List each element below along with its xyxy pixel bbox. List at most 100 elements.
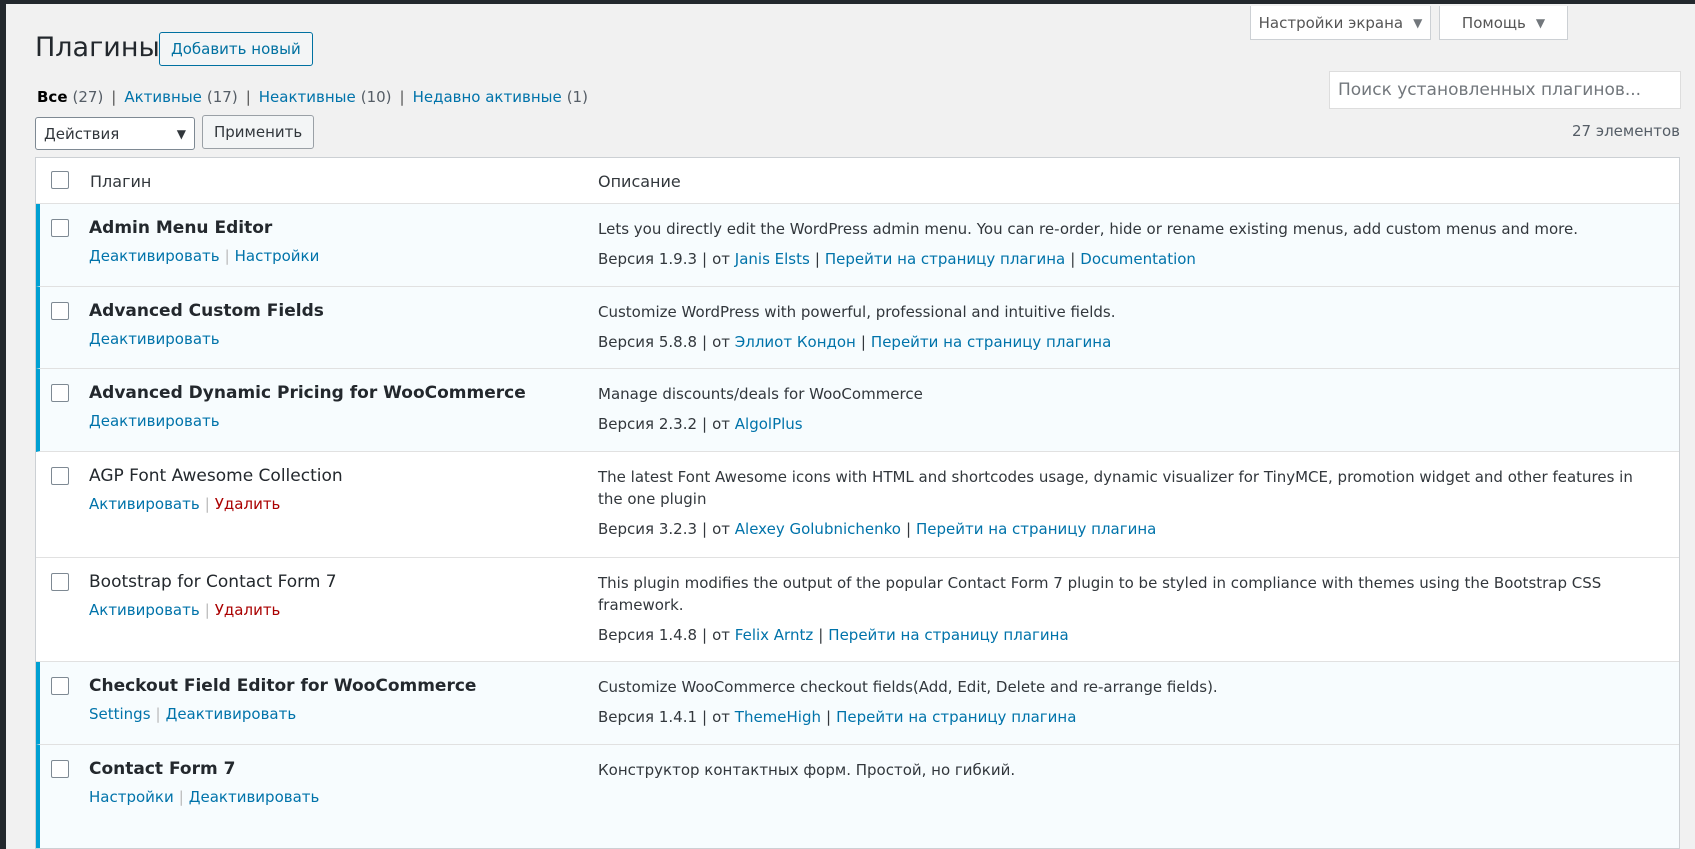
filter-active-count: (17) bbox=[206, 88, 238, 106]
filter-recent-count: (1) bbox=[566, 88, 588, 106]
plugin-action-link[interactable]: Активировать bbox=[89, 495, 200, 513]
plugin-checkbox[interactable] bbox=[51, 573, 69, 591]
by-label: от bbox=[712, 708, 730, 726]
meta-separator: | bbox=[826, 708, 832, 726]
plugin-description: This plugin modifies the output of the p… bbox=[598, 572, 1638, 646]
column-description: Описание bbox=[598, 172, 681, 191]
plugin-action-link[interactable]: Settings bbox=[89, 705, 151, 723]
filter-separator: | bbox=[399, 88, 405, 106]
plugin-checkbox[interactable] bbox=[51, 384, 69, 402]
version-number: 1.4.8 bbox=[658, 626, 698, 644]
description-text: Конструктор контактных форм. Простой, но… bbox=[598, 761, 1016, 779]
author-link[interactable]: Alexey Golubnichenko bbox=[735, 520, 901, 538]
filter-recently-active[interactable]: Недавно активные bbox=[413, 88, 562, 106]
description-text: This plugin modifies the output of the p… bbox=[598, 574, 1602, 614]
meta-separator: | bbox=[702, 250, 708, 268]
plugin-row: AGP Font Awesome Collection Активировать |… bbox=[36, 452, 1679, 558]
plugin-checkbox[interactable] bbox=[51, 760, 69, 778]
plugin-action-link[interactable]: Деактивировать bbox=[166, 705, 297, 723]
version-number: 5.8.8 bbox=[658, 333, 698, 351]
author-link[interactable]: ThemeHigh bbox=[735, 708, 821, 726]
screen-options-button[interactable]: Настройки экрана ▼ bbox=[1250, 6, 1431, 40]
plugin-name: Advanced Custom Fields bbox=[89, 301, 324, 321]
plugin-checkbox[interactable] bbox=[51, 467, 69, 485]
plugin-meta: Версия 1.4.8 | от Felix Arntz | Перейти на с… bbox=[598, 624, 1638, 646]
by-label: от bbox=[712, 520, 730, 538]
description-text: Manage discounts/deals for WooCommerce bbox=[598, 385, 923, 403]
apply-button[interactable]: Применить bbox=[202, 115, 315, 149]
action-separator: | bbox=[204, 601, 210, 619]
meta-separator: | bbox=[702, 520, 708, 538]
plugin-meta-link[interactable]: Перейти на страницу плагина bbox=[916, 520, 1156, 538]
plugin-checkbox[interactable] bbox=[51, 302, 69, 320]
meta-separator: | bbox=[860, 333, 866, 351]
filter-all-count: (27) bbox=[72, 88, 104, 106]
help-label: Помощь bbox=[1461, 13, 1526, 32]
filter-inactive[interactable]: Неактивные bbox=[259, 88, 356, 106]
plugin-meta-link[interactable]: Перейти на страницу плагина bbox=[871, 333, 1111, 351]
add-new-plugin-button[interactable]: Добавить новый bbox=[159, 32, 313, 66]
by-label: от bbox=[712, 250, 730, 268]
by-label: от bbox=[712, 415, 730, 433]
plugin-name: Checkout Field Editor for WooCommerce bbox=[89, 676, 477, 696]
plugin-search-input[interactable] bbox=[1329, 71, 1681, 109]
plugin-meta-link[interactable]: Перейти на страницу плагина bbox=[828, 626, 1068, 644]
meta-separator: | bbox=[818, 626, 824, 644]
version-label: Версия bbox=[598, 626, 655, 644]
plugin-meta-link[interactable]: Перейти на страницу плагина bbox=[836, 708, 1076, 726]
plugin-action-link[interactable]: Деактивировать bbox=[189, 788, 320, 806]
version-label: Версия bbox=[598, 415, 655, 433]
meta-separator: | bbox=[814, 250, 820, 268]
meta-separator: | bbox=[1070, 250, 1076, 268]
plugin-name: Advanced Dynamic Pricing for WooCommerce bbox=[89, 383, 526, 403]
plugin-row: Advanced Custom Fields Деактивировать Cust… bbox=[36, 287, 1679, 369]
author-link[interactable]: Felix Arntz bbox=[735, 626, 813, 644]
help-button[interactable]: Помощь ▼ bbox=[1439, 6, 1568, 40]
select-all-checkbox[interactable] bbox=[51, 171, 69, 189]
admin-sidebar-edge bbox=[0, 0, 6, 849]
version-label: Версия bbox=[598, 250, 655, 268]
plugin-description: Customize WooCommerce checkout fields(Ad… bbox=[598, 676, 1638, 728]
plugin-name: AGP Font Awesome Collection bbox=[89, 466, 343, 486]
plugin-action-link[interactable]: Активировать bbox=[89, 601, 200, 619]
plugin-action-link[interactable]: Настройки bbox=[235, 247, 320, 265]
description-text: Customize WordPress with powerful, profe… bbox=[598, 303, 1116, 321]
description-text: Lets you directly edit the WordPress adm… bbox=[598, 220, 1578, 238]
filter-all[interactable]: Все bbox=[37, 88, 68, 106]
bulk-actions-select[interactable]: Действия ▼ bbox=[35, 117, 195, 150]
plugin-row: Bootstrap for Contact Form 7 Активировать… bbox=[36, 558, 1679, 662]
version-number: 2.3.2 bbox=[658, 415, 698, 433]
author-link[interactable]: Эллиот Кондон bbox=[735, 333, 856, 351]
plugin-action-link[interactable]: Деактивировать bbox=[89, 412, 220, 430]
plugin-action-link[interactable]: Настройки bbox=[89, 788, 174, 806]
plugin-row-actions: Деактивировать | Настройки bbox=[89, 247, 319, 265]
plugin-checkbox[interactable] bbox=[51, 677, 69, 695]
author-link[interactable]: Janis Elsts bbox=[735, 250, 810, 268]
by-label: от bbox=[712, 333, 730, 351]
plugin-action-link[interactable]: Деактивировать bbox=[89, 330, 220, 348]
screen-options-label: Настройки экрана bbox=[1258, 13, 1404, 32]
plugin-action-link[interactable]: Деактивировать bbox=[89, 247, 220, 265]
description-text: The latest Font Awesome icons with HTML … bbox=[598, 468, 1633, 508]
meta-separator: | bbox=[702, 708, 708, 726]
author-link[interactable]: AlgolPlus bbox=[735, 415, 803, 433]
plugin-name: Bootstrap for Contact Form 7 bbox=[89, 572, 337, 592]
version-number: 3.2.3 bbox=[658, 520, 698, 538]
plugin-meta-link[interactable]: Перейти на страницу плагина bbox=[825, 250, 1065, 268]
column-plugin: Плагин bbox=[90, 172, 152, 191]
plugins-page: Настройки экрана ▼ Помощь ▼ Плагины Доба… bbox=[35, 0, 1681, 849]
plugin-meta-link[interactable]: Documentation bbox=[1080, 250, 1196, 268]
items-count: 27 элементов bbox=[1571, 122, 1680, 140]
by-label: от bbox=[712, 626, 730, 644]
delete-link[interactable]: Удалить bbox=[215, 601, 281, 619]
plugin-row-actions: Деактивировать bbox=[89, 412, 220, 430]
table-header: Плагин Описание bbox=[36, 158, 1679, 204]
action-separator: | bbox=[178, 788, 184, 806]
delete-link[interactable]: Удалить bbox=[215, 495, 281, 513]
filter-active[interactable]: Активные bbox=[124, 88, 202, 106]
plugin-checkbox[interactable] bbox=[51, 219, 69, 237]
plugin-meta: Версия 1.9.3 | от Janis Elsts | Перейти на с… bbox=[598, 248, 1638, 270]
meta-separator: | bbox=[702, 333, 708, 351]
filter-inactive-count: (10) bbox=[360, 88, 392, 106]
plugin-meta: Версия 3.2.3 | от Alexey Golubnichenko | Пер… bbox=[598, 518, 1638, 540]
